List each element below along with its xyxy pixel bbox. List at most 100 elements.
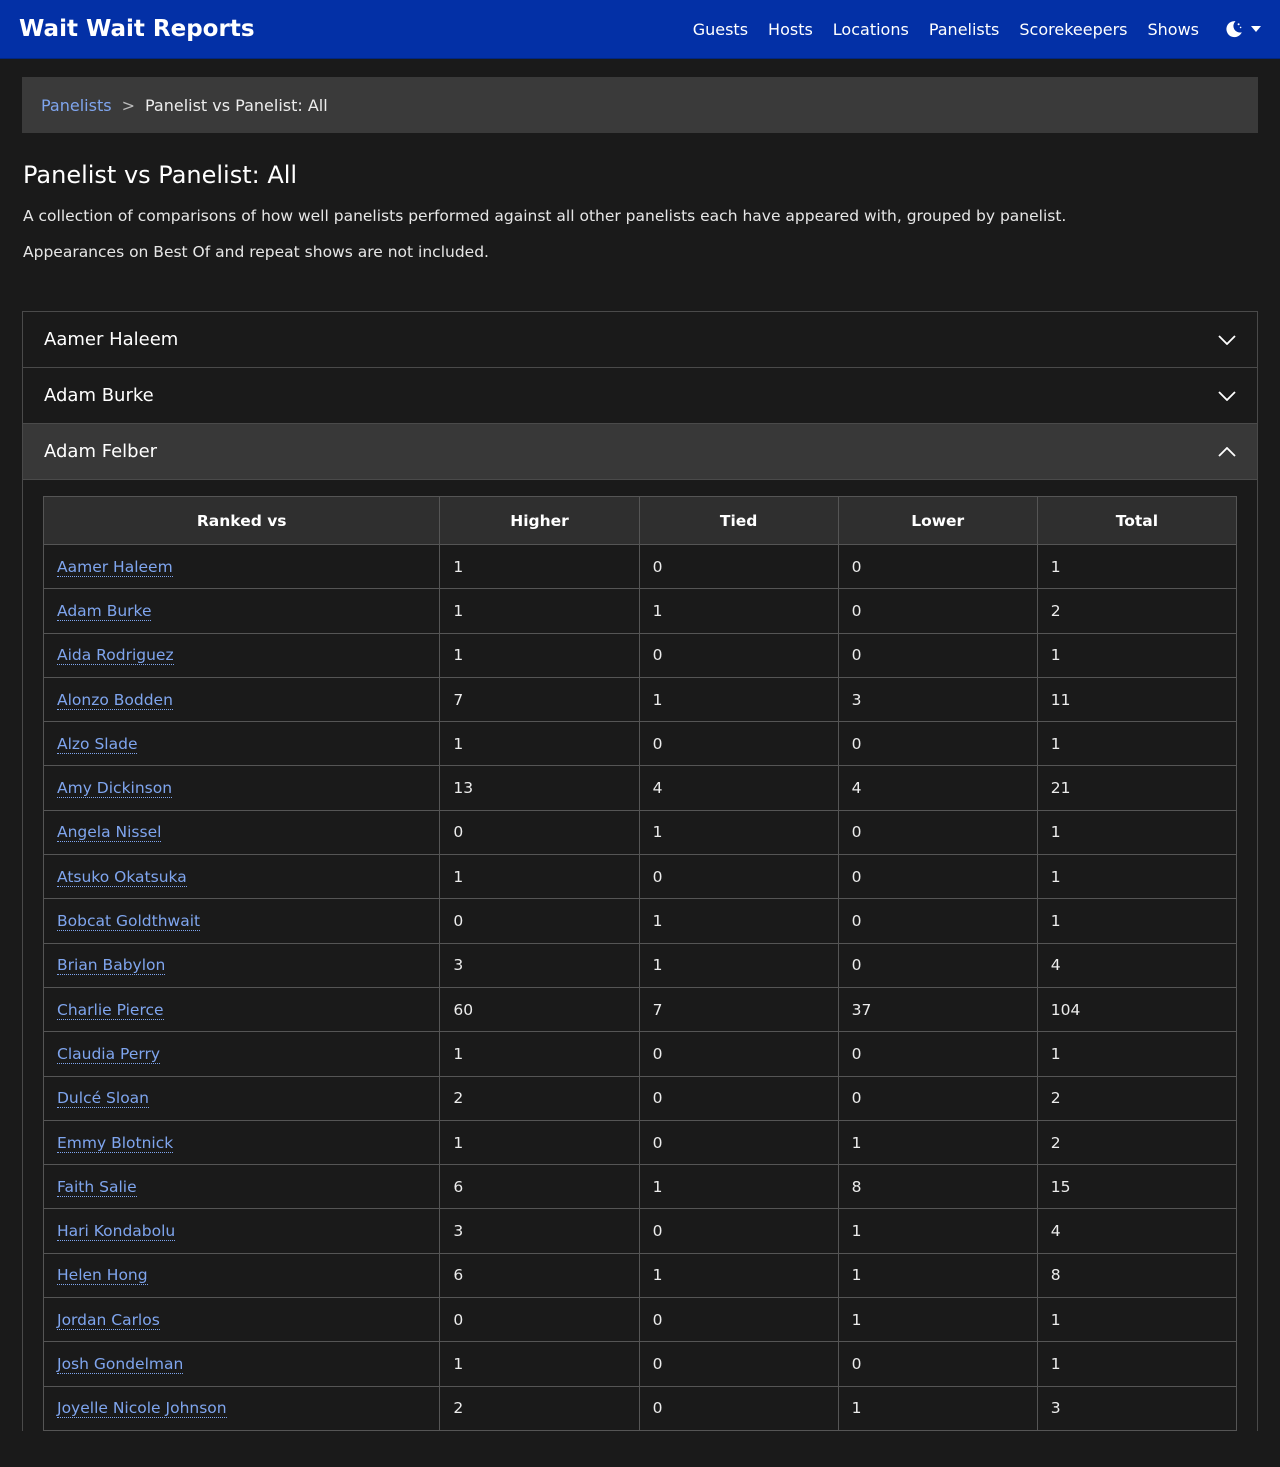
cell-higher: 2 — [439, 1385, 640, 1431]
nav-link-locations[interactable]: Locations — [833, 20, 909, 39]
cell-lower: 8 — [837, 1164, 1038, 1210]
cell-ranked-vs: Charlie Pierce — [42, 986, 441, 1033]
cell-ranked-vs: Hari Kondabolu — [42, 1208, 441, 1254]
cell-higher: 1 — [439, 632, 640, 678]
panelist-link[interactable]: Aamer Haleem — [57, 557, 173, 577]
table-row: Amy Dickinson 13 4 4 21 — [42, 765, 1238, 811]
cell-ranked-vs: Amy Dickinson — [42, 765, 441, 811]
panelist-link[interactable]: Faith Salie — [57, 1177, 137, 1197]
page-title: Panelist vs Panelist: All — [23, 161, 298, 189]
cell-higher: 1 — [439, 543, 640, 590]
breadcrumb: Panelists > Panelist vs Panelist: All — [22, 77, 1258, 133]
panelist-link[interactable]: Aida Rodriguez — [57, 646, 174, 666]
panelist-link[interactable]: Claudia Perry — [57, 1044, 160, 1064]
panelist-link[interactable]: Bobcat Goldthwait — [57, 912, 201, 932]
panelist-link[interactable]: Jordan Carlos — [57, 1310, 160, 1330]
table-row: Alzo Slade 1 0 0 1 — [42, 721, 1238, 767]
cell-lower: 0 — [837, 809, 1038, 856]
cell-tied: 1 — [638, 809, 839, 856]
panelist-link[interactable]: Adam Burke — [57, 601, 152, 621]
caret-down-icon — [1251, 26, 1261, 32]
cell-higher: 1 — [439, 1341, 640, 1387]
cell-total: 104 — [1036, 986, 1238, 1033]
cell-lower: 4 — [837, 765, 1038, 811]
panelist-link[interactable]: Alonzo Bodden — [57, 690, 173, 710]
cell-total: 3 — [1036, 1385, 1238, 1431]
table-row: Claudia Perry 1 0 0 1 — [42, 1031, 1238, 1077]
cell-tied: 0 — [638, 1341, 839, 1387]
header-tied: Tied — [638, 496, 839, 545]
cell-lower: 37 — [837, 986, 1038, 1033]
table-body: Aamer Haleem 1 0 0 1 Adam Burke 1 1 0 2 Aida Rodri… — [42, 543, 1238, 1431]
accordion-item-adam-burke[interactable]: Adam Burke — [23, 368, 1257, 424]
panelist-link[interactable]: Dulcé Sloan — [57, 1089, 150, 1109]
nav-link-scorekeepers[interactable]: Scorekeepers — [1019, 20, 1127, 39]
cell-total: 4 — [1036, 942, 1238, 988]
brand-link[interactable]: Wait Wait Reports — [19, 16, 673, 42]
cell-total: 1 — [1036, 1031, 1238, 1077]
panelist-link[interactable]: Angela Nissel — [57, 823, 162, 843]
cell-lower: 0 — [837, 588, 1038, 634]
table-row: Jordan Carlos 0 0 1 1 — [42, 1297, 1238, 1343]
cell-ranked-vs: Adam Burke — [42, 588, 441, 634]
cell-tied: 0 — [638, 1119, 839, 1166]
cell-higher: 0 — [439, 809, 640, 856]
breadcrumb-separator: > — [121, 95, 135, 115]
panelist-link[interactable]: Amy Dickinson — [57, 779, 173, 799]
accordion-item-aamer-haleem[interactable]: Aamer Haleem — [23, 312, 1257, 368]
panelist-link[interactable]: Joyelle Nicole Johnson — [57, 1399, 227, 1419]
table-row: Aamer Haleem 1 0 0 1 — [42, 543, 1238, 590]
table-header-row: Ranked vs Higher Tied Lower Total — [42, 496, 1238, 545]
panelist-link[interactable]: Brian Babylon — [57, 956, 166, 976]
accordion-item-adam-felber[interactable]: Adam Felber — [23, 424, 1257, 480]
cell-total: 4 — [1036, 1208, 1238, 1254]
cell-ranked-vs: Aamer Haleem — [42, 543, 441, 590]
cell-lower: 0 — [837, 854, 1038, 900]
cell-ranked-vs: Alonzo Bodden — [42, 676, 441, 723]
cell-total: 1 — [1036, 1341, 1238, 1387]
cell-lower: 1 — [837, 1119, 1038, 1166]
panelist-link[interactable]: Josh Gondelman — [57, 1354, 184, 1374]
header-total: Total — [1036, 496, 1238, 545]
cell-total: 21 — [1036, 765, 1238, 811]
nav-link-hosts[interactable]: Hosts — [768, 20, 813, 39]
cell-ranked-vs: Emmy Blotnick — [42, 1119, 441, 1166]
panelist-accordion: Aamer Haleem Adam Burke Adam Felber Rank… — [22, 311, 1258, 1431]
cell-total: 1 — [1036, 1297, 1238, 1343]
cell-tied: 1 — [638, 676, 839, 723]
main-container: Panelists > Panelist vs Panelist: All Pa… — [0, 59, 1280, 1431]
cell-higher: 1 — [439, 854, 640, 900]
table-row: Atsuko Okatsuka 1 0 0 1 — [42, 854, 1238, 900]
cell-ranked-vs: Faith Salie — [42, 1164, 441, 1210]
table-row: Helen Hong 6 1 1 8 — [42, 1252, 1238, 1299]
cell-ranked-vs: Aida Rodriguez — [42, 632, 441, 678]
panelist-link[interactable]: Emmy Blotnick — [57, 1133, 174, 1153]
theme-toggle-button[interactable] — [1225, 20, 1261, 38]
cell-tied: 4 — [638, 765, 839, 811]
cell-total: 8 — [1036, 1252, 1238, 1299]
breadcrumb-panelists-link[interactable]: Panelists — [41, 96, 112, 115]
table-row: Angela Nissel 0 1 0 1 — [42, 809, 1238, 856]
cell-ranked-vs: Helen Hong — [42, 1252, 441, 1299]
cell-tied: 1 — [638, 942, 839, 988]
table-row: Charlie Pierce 60 7 37 104 — [42, 986, 1238, 1033]
accordion-item-label: Aamer Haleem — [44, 329, 179, 350]
cell-total: 1 — [1036, 898, 1238, 944]
cell-lower: 3 — [837, 676, 1038, 723]
chevron-down-icon — [1218, 385, 1236, 406]
breadcrumb-current: Panelist vs Panelist: All — [144, 95, 328, 115]
panelist-link[interactable]: Hari Kondabolu — [57, 1222, 176, 1242]
cell-higher: 0 — [439, 898, 640, 944]
nav-link-guests[interactable]: Guests — [693, 20, 748, 39]
panelist-link[interactable]: Helen Hong — [57, 1266, 148, 1286]
panelist-link[interactable]: Atsuko Okatsuka — [57, 867, 187, 887]
panelist-link[interactable]: Alzo Slade — [57, 734, 138, 754]
nav-links: Guests Hosts Locations Panelists Scoreke… — [673, 20, 1261, 39]
nav-link-shows[interactable]: Shows — [1147, 20, 1199, 39]
panelist-link[interactable]: Charlie Pierce — [57, 1000, 164, 1020]
cell-tied: 0 — [638, 543, 839, 590]
cell-ranked-vs: Claudia Perry — [42, 1031, 441, 1077]
cell-tied: 0 — [638, 854, 839, 900]
nav-link-panelists[interactable]: Panelists — [929, 20, 1000, 39]
cell-total: 2 — [1036, 1075, 1238, 1121]
